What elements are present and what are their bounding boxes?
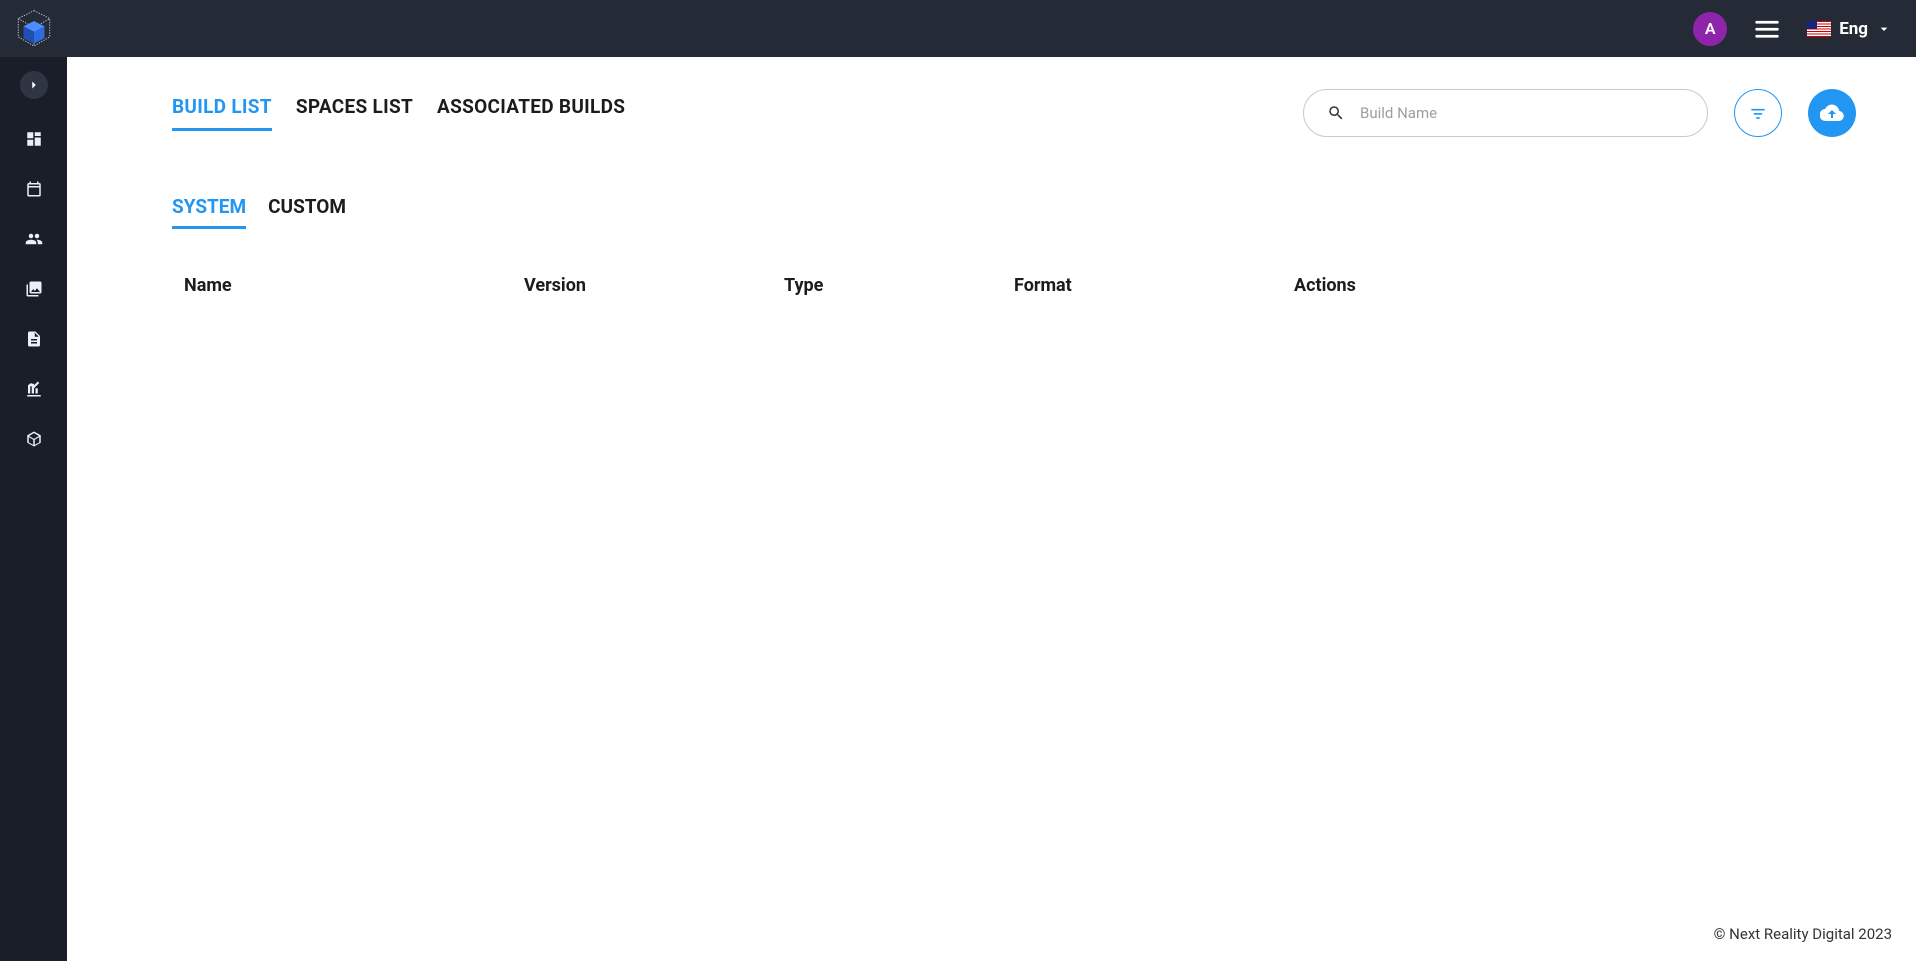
subtab-system[interactable]: SYSTEM	[172, 195, 246, 229]
tab-label: ASSOCIATED BUILDS	[437, 95, 625, 118]
search-icon	[1327, 104, 1345, 122]
users-icon	[25, 230, 43, 248]
chevron-down-icon	[1876, 21, 1892, 37]
tab-associated-builds[interactable]: ASSOCIATED BUILDS	[437, 95, 625, 131]
col-actions: Actions	[1294, 275, 1494, 296]
table-header-row: Name Version Type Format Actions	[172, 275, 1856, 296]
tab-spaces-list[interactable]: SPACES LIST	[296, 95, 413, 131]
sidebar-item-calendar[interactable]	[16, 171, 52, 207]
tab-label: BUILD LIST	[172, 95, 272, 118]
col-format: Format	[1014, 275, 1294, 296]
analytics-icon	[25, 380, 43, 398]
cloud-upload-icon	[1820, 101, 1844, 125]
footer-copyright: © Next Reality Digital 2023	[1714, 925, 1892, 943]
language-selector[interactable]: Eng	[1807, 19, 1892, 39]
top-actions	[1303, 89, 1856, 137]
language-label: Eng	[1839, 19, 1868, 39]
tab-label: SPACES LIST	[296, 95, 413, 118]
us-flag-icon	[1807, 21, 1831, 37]
hamburger-menu-button[interactable]	[1753, 15, 1781, 43]
sidebar-item-images[interactable]	[16, 271, 52, 307]
header-left	[12, 7, 56, 51]
filter-button[interactable]	[1734, 89, 1782, 137]
sidebar-item-document[interactable]	[16, 321, 52, 357]
app-header: A Eng	[0, 0, 1916, 57]
logo-cube-icon	[13, 8, 55, 50]
builds-table: Name Version Type Format Actions	[172, 275, 1856, 296]
images-icon	[25, 280, 43, 298]
search-input[interactable]	[1303, 89, 1708, 137]
app-logo[interactable]	[12, 7, 56, 51]
header-right: A Eng	[1693, 12, 1892, 46]
subtab-label: CUSTOM	[268, 195, 346, 218]
user-avatar[interactable]: A	[1693, 12, 1727, 46]
avatar-initial: A	[1705, 19, 1716, 38]
tab-build-list[interactable]: BUILD LIST	[172, 95, 272, 131]
sidebar-item-analytics[interactable]	[16, 371, 52, 407]
col-type: Type	[784, 275, 1014, 296]
sub-tabs: SYSTEM CUSTOM	[172, 195, 1856, 229]
main-tabs: BUILD LIST SPACES LIST ASSOCIATED BUILDS	[172, 95, 625, 131]
sidebar-expand-button[interactable]	[20, 71, 48, 99]
search-container	[1303, 89, 1708, 137]
sidebar-item-users[interactable]	[16, 221, 52, 257]
hamburger-icon	[1753, 15, 1781, 43]
col-version: Version	[524, 275, 784, 296]
sidebar-item-package[interactable]	[16, 421, 52, 457]
main-content: BUILD LIST SPACES LIST ASSOCIATED BUILDS	[67, 57, 1916, 961]
col-name: Name	[184, 275, 524, 296]
calendar-icon	[25, 180, 43, 198]
upload-button[interactable]	[1808, 89, 1856, 137]
subtab-custom[interactable]: CUSTOM	[268, 195, 346, 229]
subtab-label: SYSTEM	[172, 195, 246, 218]
top-row: BUILD LIST SPACES LIST ASSOCIATED BUILDS	[172, 89, 1856, 137]
chevron-right-icon	[27, 78, 41, 92]
dashboard-icon	[25, 130, 43, 148]
sidebar-item-dashboard[interactable]	[16, 121, 52, 157]
package-icon	[25, 430, 43, 448]
sidebar	[0, 57, 67, 961]
filter-icon	[1748, 103, 1768, 123]
document-icon	[25, 330, 43, 348]
